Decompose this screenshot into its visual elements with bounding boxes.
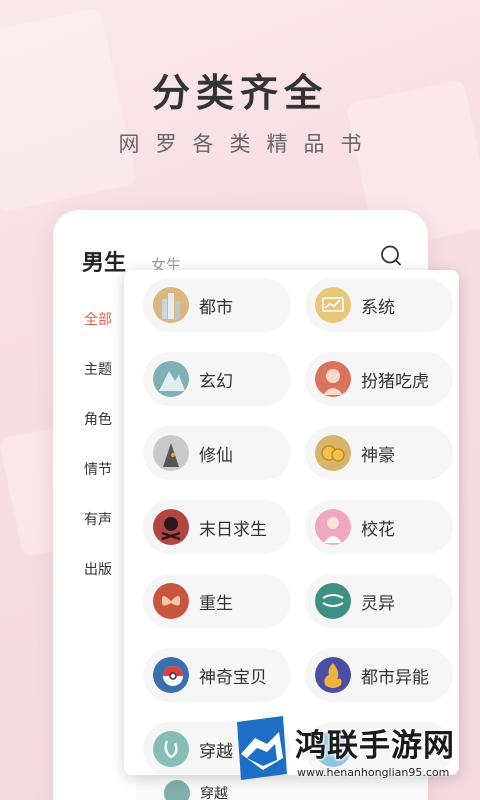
category-label: 神豪 [361,445,395,466]
category-label: 校花 [361,519,395,540]
sidebar-item-theme[interactable]: 主题 [84,359,112,379]
category-label: 重生 [199,593,233,614]
category-panel: 都市 系统 玄幻 扮猪吃虎 修仙 神豪 末日求生 校花 重生 灵异 神奇宝贝 都… [124,270,459,775]
category-urban[interactable]: 都市 [143,278,291,332]
watermark: 鸿联手游网 www.henanhonglian95.com [233,714,480,800]
category-underdog[interactable]: 扮猪吃虎 [305,352,453,406]
category-rebirth[interactable]: 重生 [143,574,291,628]
category-label: 都市 [199,297,233,318]
skull-icon [153,509,189,545]
category-campus-belle[interactable]: 校花 [305,500,453,554]
category-urban-superpower[interactable]: 都市异能 [305,648,453,702]
category-apocalypse[interactable]: 末日求生 [143,500,291,554]
flame-power-icon [315,657,351,693]
category-label: 系统 [361,297,395,318]
hero-title: 分类齐全 [151,70,328,115]
category-label: 末日求生 [199,519,267,540]
category-label: 神奇宝贝 [199,667,267,688]
watermark-brand: 鸿联手游网 [295,728,455,764]
category-system[interactable]: 系统 [305,278,453,332]
category-label: 扮猪吃虎 [361,371,429,392]
butterfly-icon [153,583,189,619]
watermark-logo [237,716,287,780]
category-fantasy[interactable]: 玄幻 [143,352,291,406]
girl-portrait-icon [315,361,351,397]
category-supernatural[interactable]: 灵异 [305,574,453,628]
immortal-cultivator-icon [153,435,189,471]
category-label: 都市异能 [361,667,429,688]
sidebar-item-plot[interactable]: 情节 [84,459,112,479]
category-label: 修仙 [199,445,233,466]
tab-male[interactable]: 男生 [82,245,126,277]
time-travel-icon [153,731,189,767]
category-tycoon[interactable]: 神豪 [305,426,453,480]
fantasy-mountain-icon [153,361,189,397]
sidebar-item-all[interactable]: 全部 [84,309,112,329]
list-item-label: 穿越 [200,786,228,800]
sidebar-item-publish[interactable]: 出版 [84,559,112,579]
category-pokemon[interactable]: 神奇宝贝 [143,648,291,702]
schoolgirl-icon [315,509,351,545]
watermark-url: www.henanhonglian95.com [297,766,450,779]
spirit-swirl-icon [315,583,351,619]
category-cultivation[interactable]: 修仙 [143,426,291,480]
list-item-peek[interactable]: 穿越 [164,780,228,800]
hero-subtitle: 网罗各类精品书 [118,132,378,156]
pokeball-icon [153,657,189,693]
gold-coins-icon [315,435,351,471]
category-label: 玄幻 [199,371,233,392]
system-chart-icon [315,287,351,323]
city-buildings-icon [153,287,189,323]
sidebar-item-role[interactable]: 角色 [84,409,112,429]
time-travel-icon [164,780,190,800]
sidebar-item-audio[interactable]: 有声 [84,509,112,529]
category-label: 灵异 [361,593,395,614]
category-label: 穿越 [199,741,233,762]
search-icon[interactable] [379,244,403,268]
